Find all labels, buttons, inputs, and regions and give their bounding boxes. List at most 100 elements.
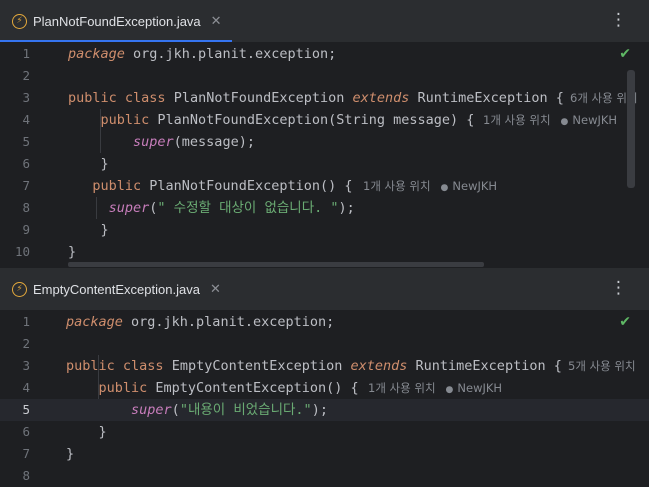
user-icon: ● (440, 183, 449, 193)
code-text: super(" 수정할 대상이 없습니다. "); (68, 197, 355, 219)
code-token: PlanNotFoundException (165, 90, 353, 106)
code-line[interactable]: 1 package org.jkh.planit.exception; (0, 311, 649, 333)
line-number: 7 (22, 446, 30, 461)
code-token: RuntimeException { (407, 358, 562, 374)
code-text: public PlanNotFoundException(String mess… (68, 109, 475, 131)
code-line[interactable]: 6 } (0, 421, 649, 443)
code-token: PlanNotFoundException() { (141, 178, 353, 194)
code-token: public (68, 90, 117, 106)
code-token: } (68, 222, 109, 238)
tab-file-name: EmptyContentException.java (33, 281, 200, 297)
code-token: " 수정할 대상이 없습니다. " (157, 200, 339, 216)
line-number: 2 (22, 68, 30, 83)
code-line[interactable]: 10} (0, 241, 649, 263)
code-text: public PlanNotFoundException() { (68, 175, 352, 197)
tab-bar: ⚡ PlanNotFoundException.java ✕ ⋮ (0, 0, 649, 42)
usages-count: 1개 사용 위치 (363, 179, 431, 193)
code-area[interactable]: 1 package org.jkh.planit.exception; 2 3 publ… (0, 43, 649, 268)
line-number: 6 (22, 424, 30, 439)
code-text: public class EmptyContentException exten… (66, 355, 562, 377)
vertical-scrollbar[interactable] (627, 70, 635, 188)
exception-class-icon: ⚡ (12, 13, 27, 29)
tab-file-name: PlanNotFoundException.java (33, 13, 201, 29)
user-icon: ● (560, 117, 569, 127)
tab-plan-not-found[interactable]: ⚡ PlanNotFoundException.java ✕ (0, 0, 232, 42)
author-name: NewJKH (452, 179, 498, 193)
more-options-icon[interactable]: ⋮ (610, 278, 627, 298)
line-number: 1 (22, 46, 30, 61)
line-number: 4 (22, 112, 30, 127)
usages-hint[interactable]: 1개 사용 위치 ● NewJKH (483, 109, 617, 133)
code-token: package (66, 314, 123, 330)
close-icon[interactable]: ✕ (211, 14, 222, 29)
code-area[interactable]: 1 package org.jkh.planit.exception; 2 3 publ… (0, 311, 649, 483)
active-tab-indicator (0, 40, 232, 42)
code-line[interactable]: 2 (0, 333, 649, 355)
code-line[interactable]: 8 super(" 수정할 대상이 없습니다. "); (0, 197, 649, 219)
user-icon: ● (445, 385, 454, 395)
code-text: } (68, 219, 109, 241)
author-hint[interactable]: ● NewJKH (441, 175, 498, 199)
usages-count: 1개 사용 위치 (483, 113, 551, 127)
usages-hint[interactable]: 5개 사용 위치 (568, 355, 636, 377)
code-text: super(message); (68, 131, 255, 153)
code-token: org.jkh.planit.exception; (122, 314, 335, 330)
code-token: RuntimeException { (409, 90, 564, 106)
editor-pane-top: ⚡ PlanNotFoundException.java ✕ ⋮ ✔ 1 pack… (0, 0, 649, 268)
code-text: } (68, 241, 76, 263)
code-line[interactable]: 1 package org.jkh.planit.exception; (0, 43, 649, 65)
code-token: ( (171, 402, 180, 418)
code-token: EmptyContentException (163, 358, 351, 374)
code-line[interactable]: 7 public PlanNotFoundException() {1개 사용 … (0, 175, 649, 197)
code-token: "내용이 비었습니다." (179, 402, 312, 418)
indent-guide (100, 109, 101, 153)
code-text: } (68, 153, 109, 175)
code-line[interactable]: 9 } (0, 219, 649, 241)
code-text: } (66, 421, 107, 443)
code-token: super (131, 402, 172, 418)
author-hint[interactable]: ● NewJKH (446, 377, 503, 401)
horizontal-scrollbar[interactable] (68, 262, 484, 267)
tab-empty-content[interactable]: ⚡ EmptyContentException.java ✕ (0, 268, 231, 310)
line-number: 6 (22, 156, 30, 171)
code-line[interactable]: 6 } (0, 153, 649, 175)
line-number: 8 (22, 468, 30, 483)
code-text: public class PlanNotFoundException exten… (68, 87, 564, 109)
usages-hint[interactable]: 1개 사용 위치 ● NewJKH (363, 175, 497, 199)
code-line[interactable]: 3 public class PlanNotFoundException exte… (0, 87, 649, 109)
exception-class-icon: ⚡ (12, 281, 27, 297)
code-line[interactable]: 7} (0, 443, 649, 465)
code-token: } (68, 156, 109, 172)
code-line[interactable]: 5 super("내용이 비었습니다."); (0, 399, 649, 421)
code-token: public (66, 380, 148, 396)
code-token: super (108, 200, 150, 216)
line-number: 5 (22, 402, 30, 417)
usages-hint[interactable]: 1개 사용 위치 ● NewJKH (368, 377, 502, 401)
code-token: public (68, 178, 142, 194)
more-options-icon[interactable]: ⋮ (610, 10, 627, 30)
code-token: super (133, 134, 174, 150)
code-text: public EmptyContentException() { (66, 377, 359, 399)
author-hint[interactable]: ● NewJKH (561, 109, 618, 133)
usages-count: 1개 사용 위치 (368, 381, 436, 395)
code-token: PlanNotFoundException(String message) { (149, 112, 475, 128)
code-token: public (68, 112, 150, 128)
code-text: } (66, 443, 74, 465)
close-icon[interactable]: ✕ (210, 282, 221, 297)
author-name: NewJKH (572, 113, 618, 127)
code-line[interactable]: 8 (0, 465, 649, 487)
code-token: extends (350, 358, 408, 374)
code-line[interactable]: 2 (0, 65, 649, 87)
code-text: package org.jkh.planit.exception; (66, 311, 334, 333)
code-token: public (66, 358, 115, 374)
code-line[interactable]: 5 super(message); (0, 131, 649, 153)
code-line[interactable]: 4 public PlanNotFoundException(String me… (0, 109, 649, 131)
code-token: class (122, 358, 164, 374)
code-token: package (68, 46, 125, 62)
line-number: 3 (22, 90, 30, 105)
usages-count: 5개 사용 위치 (568, 359, 636, 373)
